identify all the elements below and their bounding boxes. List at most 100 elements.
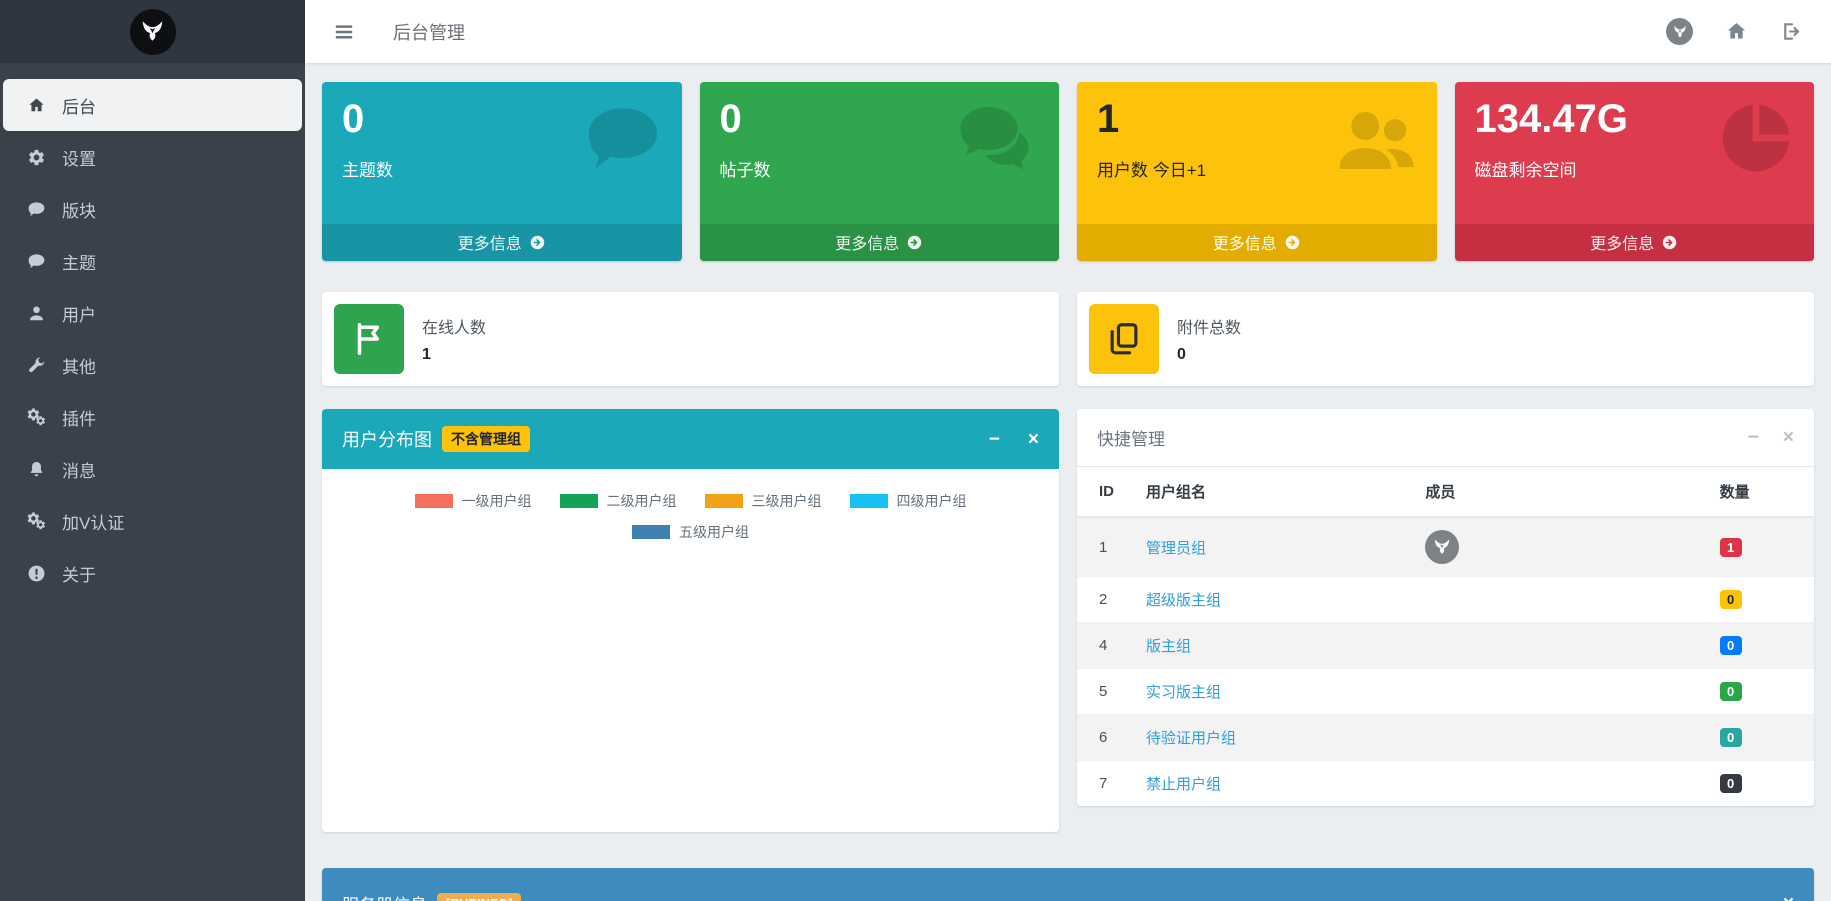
sidebar-item-forums[interactable]: 版块 (3, 183, 302, 235)
group-id: 7 (1077, 761, 1130, 807)
sidebar-item-messages[interactable]: 消息 (3, 443, 302, 495)
sidebar-item-label: 设置 (62, 145, 96, 170)
sidebar-item-plugins[interactable]: 插件 (3, 391, 302, 443)
info-box-attachments: 附件总数 0 (1077, 292, 1814, 386)
stat-card-posts: 0 帖子数 更多信息 (700, 82, 1060, 261)
sidebar-item-label: 关于 (62, 561, 96, 586)
group-name-link[interactable]: 超级版主组 (1146, 592, 1221, 609)
close-icon[interactable]: × (1028, 430, 1039, 449)
copy-icon (1089, 304, 1159, 374)
group-name-link[interactable]: 实习版主组 (1146, 684, 1221, 701)
legend-swatch (632, 525, 670, 539)
table-row: 1 管理员组 1 (1077, 517, 1814, 577)
more-info-link[interactable]: 更多信息 (700, 224, 1060, 261)
legend-swatch (415, 494, 453, 508)
sidebar-item-label: 主题 (62, 249, 96, 274)
app-logo-icon (130, 9, 176, 55)
info-boxes-row: 在线人数 1 附件总数 0 (322, 292, 1814, 386)
more-info-link[interactable]: 更多信息 (1077, 224, 1437, 261)
user-groups-table: ID 用户组名 成员 数量 1 管理员组 1 (1077, 467, 1814, 806)
minimize-icon[interactable]: − (1748, 428, 1759, 447)
panel-title: 用户分布图 (342, 426, 432, 452)
column-header-member: 成员 (1409, 467, 1703, 517)
sidebar-logo-link[interactable] (0, 0, 305, 63)
arrow-circle-right-icon (1661, 234, 1678, 251)
group-name-link[interactable]: 待验证用户组 (1146, 730, 1236, 747)
panel-header: 快捷管理 − × (1077, 409, 1814, 467)
info-box-value: 1 (422, 346, 486, 364)
legend-item[interactable]: 三级用户组 (705, 491, 822, 511)
group-name-link[interactable]: 版主组 (1146, 638, 1191, 655)
arrow-circle-right-icon (529, 234, 546, 251)
hamburger-menu-icon[interactable] (333, 21, 355, 43)
sidebar-item-users[interactable]: 用户 (3, 287, 302, 339)
sidebar-menu: 后台 设置 版块 主题 用户 其他 插件 消息 (0, 63, 305, 599)
sidebar-item-label: 用户 (62, 301, 96, 326)
arrow-circle-right-icon (906, 234, 923, 251)
info-box-online: 在线人数 1 (322, 292, 1059, 386)
column-header-count: 数量 (1704, 467, 1814, 517)
cogs-icon (23, 511, 49, 531)
panel-badge: 不含管理组 (442, 426, 530, 452)
sidebar-item-label: 版块 (62, 197, 96, 222)
group-id: 4 (1077, 623, 1130, 669)
column-header-name: 用户组名 (1130, 467, 1409, 517)
group-name-link[interactable]: 管理员组 (1146, 540, 1206, 557)
stat-card-disk: 134.47G 磁盘剩余空间 更多信息 (1455, 82, 1815, 261)
legend-item[interactable]: 二级用户组 (560, 491, 677, 511)
bell-icon (23, 460, 49, 479)
sidebar-item-topics[interactable]: 主题 (3, 235, 302, 287)
count-badge: 0 (1720, 728, 1742, 747)
legend-swatch (705, 494, 743, 508)
server-info-panel: 服务器信息 [PHPINFO] − × (322, 868, 1814, 901)
count-badge: 0 (1720, 774, 1742, 793)
close-icon[interactable]: × (1783, 894, 1794, 901)
user-distribution-panel: 用户分布图 不含管理组 − × 一级用户组 (322, 409, 1059, 832)
page-title: 后台管理 (393, 19, 465, 45)
wrench-icon (23, 356, 49, 375)
arrow-circle-right-icon (1284, 234, 1301, 251)
flag-icon (334, 304, 404, 374)
cogs-icon (23, 407, 49, 427)
legend-item[interactable]: 四级用户组 (850, 491, 967, 511)
group-id: 2 (1077, 577, 1130, 623)
legend-item[interactable]: 五级用户组 (632, 522, 749, 542)
count-badge: 0 (1720, 636, 1742, 655)
table-row: 7 禁止用户组 0 (1077, 761, 1814, 807)
info-box-label: 在线人数 (422, 314, 486, 338)
more-info-link[interactable]: 更多信息 (1455, 224, 1815, 261)
comments-icon (955, 98, 1041, 184)
member-avatar[interactable] (1425, 530, 1459, 564)
stat-cards-row: 0 主题数 更多信息 0 帖子数 更多信息 (322, 82, 1814, 261)
home-icon[interactable] (1725, 20, 1748, 43)
comment-icon (23, 252, 49, 271)
sidebar-item-label: 消息 (62, 457, 96, 482)
sidebar-item-label: 插件 (62, 405, 96, 430)
count-badge: 1 (1720, 538, 1742, 557)
phpinfo-badge[interactable]: [PHPINFO] (437, 893, 521, 901)
chart-canvas: 一级用户组 二级用户组 三级用户组 四级用户组 (322, 469, 1059, 832)
column-header-id: ID (1077, 467, 1130, 517)
group-name-link[interactable]: 禁止用户组 (1146, 776, 1221, 793)
info-circle-icon (23, 564, 49, 583)
sidebar-item-settings[interactable]: 设置 (3, 131, 302, 183)
legend-item[interactable]: 一级用户组 (415, 491, 532, 511)
legend-swatch (560, 494, 598, 508)
users-icon (1333, 98, 1419, 184)
more-info-link[interactable]: 更多信息 (322, 224, 682, 261)
gear-icon (23, 148, 49, 167)
sidebar-item-about[interactable]: 关于 (3, 547, 302, 599)
sidebar-item-verification[interactable]: 加V认证 (3, 495, 302, 547)
sidebar-item-dashboard[interactable]: 后台 (3, 79, 302, 131)
count-badge: 0 (1720, 590, 1742, 609)
info-box-value: 0 (1177, 346, 1241, 364)
sidebar-item-other[interactable]: 其他 (3, 339, 302, 391)
signout-icon[interactable] (1780, 20, 1803, 43)
panel-title: 服务器信息 (342, 891, 427, 901)
stat-card-users: 1 用户数 今日+1 更多信息 (1077, 82, 1437, 261)
profile-logo-icon[interactable] (1666, 18, 1693, 45)
table-row: 6 待验证用户组 0 (1077, 715, 1814, 761)
close-icon[interactable]: × (1783, 428, 1794, 447)
minimize-icon[interactable]: − (1744, 894, 1755, 901)
minimize-icon[interactable]: − (989, 430, 1000, 449)
